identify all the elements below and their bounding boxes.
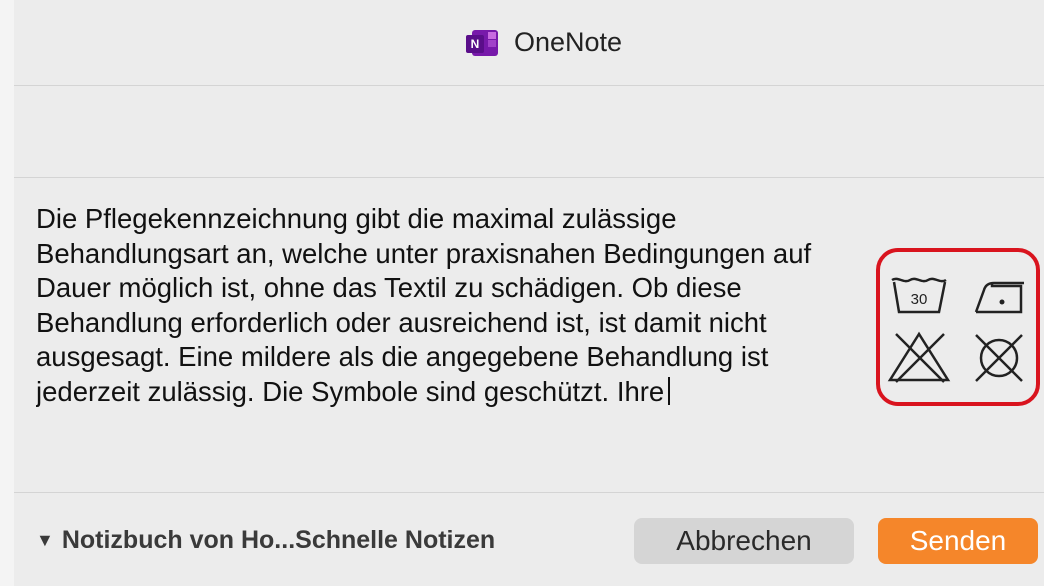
- notebook-location-picker[interactable]: ▼ Notizbuch von Ho...Schnelle Notizen: [36, 526, 495, 555]
- wash-temperature-label: 30: [911, 291, 928, 308]
- disclosure-triangle-icon: ▼: [36, 530, 54, 550]
- onenote-icon: N: [465, 26, 500, 60]
- no-tumble-dry-icon: [975, 334, 1023, 382]
- notebook-location-label: Notizbuch von Ho...Schnelle Notizen: [61, 526, 496, 554]
- no-bleach-icon: [887, 331, 951, 383]
- onenote-icon-letter: N: [465, 34, 484, 53]
- iron-low-icon: [974, 281, 1024, 314]
- onenote-icon-tab: [487, 31, 496, 39]
- title-input-area[interactable]: [14, 87, 1044, 178]
- share-to-onenote-dialog: N OneNote Die Pflegekennzeichnung gibt d…: [14, 0, 1044, 586]
- title-group: N OneNote: [465, 26, 623, 60]
- window-title: OneNote: [513, 27, 623, 57]
- onenote-icon-tab: [487, 39, 496, 47]
- note-text-editor[interactable]: Die Pflegekennzeichnung gibt die maximal…: [36, 202, 866, 492]
- titlebar: N OneNote: [14, 0, 1044, 86]
- wash-30-icon: 30: [891, 277, 947, 314]
- text-cursor: [668, 376, 671, 405]
- care-symbols-highlight: 30: [876, 248, 1040, 406]
- send-button[interactable]: Senden: [878, 518, 1038, 564]
- dialog-footer: ▼ Notizbuch von Ho...Schnelle Notizen Ab…: [14, 494, 1044, 586]
- note-body[interactable]: Die Pflegekennzeichnung gibt die maximal…: [14, 179, 1044, 493]
- window-edge: [0, 0, 14, 586]
- note-text: Die Pflegekennzeichnung gibt die maximal…: [36, 203, 812, 407]
- cancel-button[interactable]: Abbrechen: [634, 518, 854, 564]
